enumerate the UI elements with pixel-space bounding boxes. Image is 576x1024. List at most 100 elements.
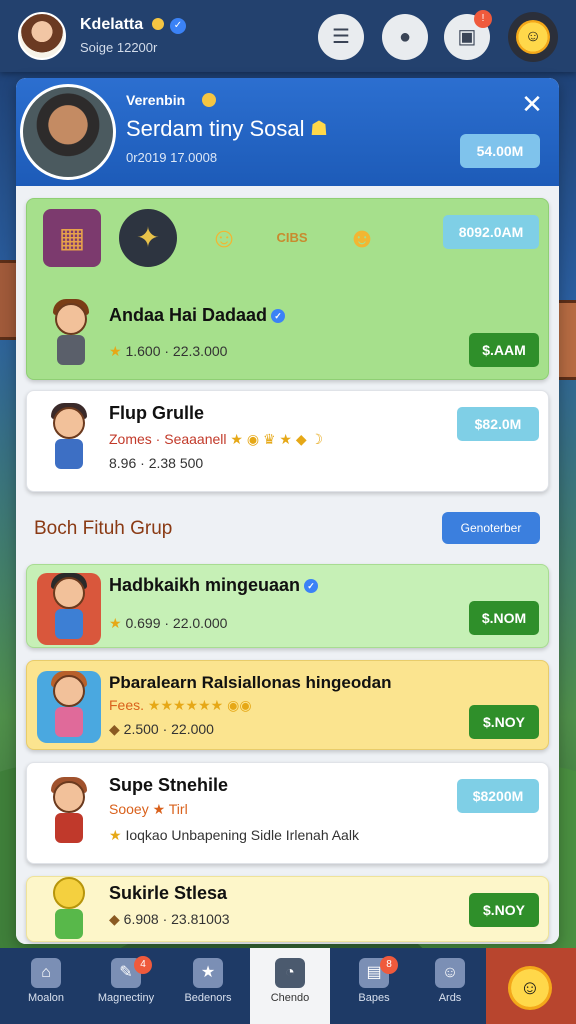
card-title: Supe Stnehile: [109, 775, 229, 795]
nav-item-chat[interactable]: ◔ Chendo: [250, 948, 330, 1024]
buy-button[interactable]: $.NOY: [469, 893, 539, 927]
character-avatar: [37, 873, 101, 944]
card-meta: ◆ 6.908 · 23.81003: [109, 911, 230, 928]
map-pin-icon[interactable]: ●: [382, 14, 428, 60]
chat-bubble-icon: ◔: [275, 958, 305, 988]
card-meta: ★ 0.699 · 22.0.000: [109, 615, 227, 632]
buy-button[interactable]: $.NOY: [469, 705, 539, 739]
star-icon: ★: [109, 343, 122, 359]
star-icon: ★: [109, 615, 122, 631]
character-avatar: [37, 777, 101, 849]
smile-icon: ☺: [209, 222, 239, 253]
user-name: Kdelatta: [80, 16, 144, 33]
chest-icon: ▦: [43, 209, 101, 267]
card-title: Flup Grulle: [109, 403, 205, 423]
stars-icon: ★★★★★★ ◉◉: [147, 697, 252, 713]
nav-label: Bapes: [358, 992, 390, 1004]
header-price-button[interactable]: 54.00M: [460, 134, 540, 168]
items-price-button[interactable]: 8092.0AM: [443, 215, 539, 249]
nav-label: Chendo: [270, 992, 310, 1004]
bag-icon: ◆: [109, 911, 120, 927]
profile-header: Verenbin Serdam tiny Sosal ☗ 0r2019 17.0…: [16, 78, 559, 186]
notification-badge: 8: [380, 956, 398, 974]
buy-button[interactable]: $.NOM: [469, 601, 539, 635]
main-panel: Verenbin Serdam tiny Sosal ☗ 0r2019 17.0…: [16, 78, 559, 944]
nav-sun-button[interactable]: ☺: [486, 948, 576, 1024]
notification-badge: !: [474, 10, 492, 28]
list-item[interactable]: Supe Stnehile Sooey ★ Tirl ★ Ioqkao Unba…: [26, 762, 549, 864]
list-item[interactable]: ▦ ✦ ☺ CIBS ☻ 8092.0AM Andaa Hai Dadaad ✓ …: [26, 198, 549, 380]
card-title-text: Hadbkaikh mingeuaan: [109, 575, 301, 595]
gamepad-icon[interactable]: ▣ !: [444, 10, 492, 60]
price-button[interactable]: $8200M: [457, 779, 539, 813]
price-button[interactable]: $82.0M: [457, 407, 539, 441]
user-avatar[interactable]: [18, 12, 66, 60]
list-item[interactable]: Flup Grulle Zomes · Seaaanell ★ ◉ ♛ ★ ◆ …: [26, 390, 549, 492]
bell-icon: ☗: [310, 118, 328, 140]
nav-item-home[interactable]: ⌂ Moalon: [6, 948, 86, 1024]
card-meta: ◆ 2.500 · 22.000: [109, 721, 214, 738]
header-subtitle: 0r2019 17.0008: [126, 150, 218, 165]
nav-label: Ards: [438, 992, 462, 1004]
nav-label: Moalon: [27, 992, 65, 1004]
card-subtitle-text: Zomes · Seaaanell: [109, 431, 227, 447]
bottom-nav: ⌂ Moalon ✎ 4 Magnectiny ★ Bedenors ◔ Che…: [0, 948, 576, 1024]
card-subtitle: Zomes · Seaaanell ★ ◉ ♛ ★ ◆ ☽: [109, 431, 323, 448]
star-icon: ★: [193, 958, 223, 988]
card-subtitle: Fees. ★★★★★★ ◉◉: [109, 697, 252, 714]
emoji-icon: ☻: [347, 222, 377, 253]
profile-icon: ☺: [435, 958, 465, 988]
verified-icon: ✓: [271, 309, 286, 324]
buy-button[interactable]: $.AAM: [469, 333, 539, 367]
card-meta-text: Ioqkao Unbapening Sidle Irlenah Aalk: [125, 827, 359, 843]
nav-label: Bedenors: [184, 992, 232, 1004]
card-meta-text: 1.600 · 22.3.000: [125, 343, 228, 359]
character-avatar: [37, 671, 101, 743]
sun-avatar-button[interactable]: ☺: [508, 12, 558, 62]
card-subtitle: Sooey ★ Tirl: [109, 801, 188, 817]
header-title: Serdam tiny Sosal: [126, 116, 305, 141]
character-avatar: [39, 299, 103, 371]
coin-icon: [152, 18, 164, 30]
section-title: Boch Fituh Grup: [34, 518, 173, 539]
nav-item-store[interactable]: ▤ 8 Bapes: [334, 948, 414, 1024]
header-kicker: Verenbin: [126, 92, 186, 108]
list-area: ▦ ✦ ☺ CIBS ☻ 8092.0AM Andaa Hai Dadaad ✓ …: [16, 186, 559, 944]
card-meta: ★ 1.600 · 22.3.000: [109, 343, 227, 360]
list-item[interactable]: Pbaralearn Ralsiallonas hingeodan Fees. …: [26, 660, 549, 750]
section-button[interactable]: Genoterber: [442, 512, 540, 544]
profile-photo[interactable]: [20, 84, 116, 180]
cibs-icon: CIBS: [276, 230, 308, 245]
user-subtitle: Soige 12200r: [80, 40, 158, 55]
card-meta: ★ Ioqkao Unbapening Sidle Irlenah Aalk: [109, 827, 359, 844]
card-subtitle-text: Fees.: [109, 697, 145, 713]
character-avatar: [37, 403, 101, 475]
list-item[interactable]: Hadbkaikh mingeuaan ✓ ★ 0.699 · 22.0.000 …: [26, 564, 549, 648]
card-meta-text: 2.500 · 22.000: [123, 721, 214, 737]
card-title: Sukirle Stlesa: [109, 883, 228, 903]
bag-icon: ◆: [109, 721, 120, 737]
home-icon: ⌂: [31, 958, 61, 988]
nav-item-star[interactable]: ★ Bedenors: [168, 948, 248, 1024]
treasure-icon: ✦: [119, 209, 177, 267]
sun-icon: ☺: [516, 20, 550, 54]
star-icon: ★: [109, 827, 122, 843]
verified-icon: ✓: [304, 579, 319, 594]
sun-icon: ☺: [508, 966, 552, 1010]
card-meta: 8.96 · 2.38 500: [109, 455, 204, 471]
character-avatar: [37, 573, 101, 645]
card-meta-text: 0.699 · 22.0.000: [125, 615, 228, 631]
card-title-text: Andaa Hai Dadaad: [109, 305, 268, 325]
list-item[interactable]: Sukirle Stlesa ◆ 6.908 · 23.81003 $.NOY: [26, 876, 549, 942]
coin-icon: [202, 93, 216, 107]
stars-icon: ★ ◉ ♛ ★ ◆ ☽: [230, 431, 324, 447]
close-button[interactable]: ✕: [518, 90, 546, 118]
nav-item-tools[interactable]: ✎ 4 Magnectiny: [86, 948, 166, 1024]
notification-badge: 4: [134, 956, 152, 974]
nav-item-profile[interactable]: ☺ Ards: [410, 948, 490, 1024]
nav-label: Magnectiny: [97, 992, 155, 1004]
chat-icon[interactable]: ☰: [318, 14, 364, 60]
card-title: Pbaralearn Ralsiallonas hingeodan: [109, 673, 392, 692]
card-title: Andaa Hai Dadaad ✓: [109, 305, 286, 326]
verified-icon: ✓: [170, 18, 186, 34]
